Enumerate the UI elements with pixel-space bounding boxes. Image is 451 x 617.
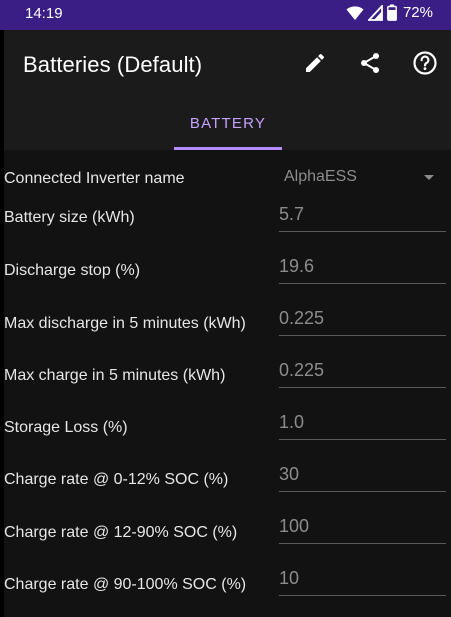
field-value: 10 [279,568,300,588]
form-row-discharge-stop: Discharge stop (%) 19.6 [4,250,451,302]
battery-form: Connected Inverter name AlphaESS Battery… [4,150,451,617]
discharge-stop-input[interactable]: 19.6 [279,250,446,284]
status-bar: 14:19 72% [0,0,451,30]
edit-icon [303,51,327,80]
field-label: Charge rate @ 12-90% SOC (%) [4,524,238,541]
charge-rate-90-100-input[interactable]: 10 [279,562,446,596]
page-title: Batteries (Default) [23,52,203,77]
status-time: 14:19 [25,5,63,22]
field-label: Storage Loss (%) [4,419,128,436]
share-icon [358,51,382,80]
field-label: Battery size (kWh) [4,209,135,226]
field-value: 100 [279,516,310,536]
form-row-max-charge: Max charge in 5 minutes (kWh) 0.225 [4,354,451,406]
field-value: 5.7 [279,204,305,224]
battery-percent: 72% [402,4,433,21]
app-bar: Batteries (Default) [4,30,451,100]
inverter-value: AlphaESS [284,168,357,185]
field-value: 0.225 [279,360,325,380]
field-label: Max charge in 5 minutes (kWh) [4,367,226,384]
system-indicators: 72% [346,4,433,21]
tab-battery[interactable]: BATTERY [174,100,282,150]
form-row-max-discharge: Max discharge in 5 minutes (kWh) 0.225 [4,302,451,354]
storage-loss-input[interactable]: 1.0 [279,406,446,440]
battery-icon [387,4,397,21]
field-value: 30 [279,464,300,484]
charge-rate-12-90-input[interactable]: 100 [279,510,446,544]
tab-bar: BATTERY [4,100,451,150]
cellular-signal-icon [367,4,383,21]
field-value: 19.6 [279,256,315,276]
field-label: Max discharge in 5 minutes (kWh) [4,315,246,332]
share-button[interactable] [355,50,385,80]
form-row-charge-rate-90-100: Charge rate @ 90-100% SOC (%) 10 [4,562,451,614]
inverter-label: Connected Inverter name [4,170,185,187]
inverter-dropdown[interactable]: AlphaESS [284,164,446,190]
max-discharge-input[interactable]: 0.225 [279,302,446,336]
tab-label: BATTERY [189,115,267,132]
wifi-icon [346,5,364,21]
edit-button[interactable] [300,50,330,80]
field-label: Charge rate @ 90-100% SOC (%) [4,576,247,593]
field-label: Charge rate @ 0-12% SOC (%) [4,471,229,488]
charge-rate-0-12-input[interactable]: 30 [279,458,446,492]
field-value: 1.0 [279,412,305,432]
help-button[interactable] [410,50,440,80]
field-label: Discharge stop (%) [4,262,141,279]
battery-size-input[interactable]: 5.7 [279,198,446,232]
form-row-battery-size: Battery size (kWh) 5.7 [4,198,451,250]
chevron-down-icon [424,175,434,180]
form-row-charge-rate-0-12: Charge rate @ 0-12% SOC (%) 30 [4,458,451,510]
field-value: 0.225 [279,308,325,328]
help-icon [412,50,438,81]
max-charge-input[interactable]: 0.225 [279,354,446,388]
form-row-storage-loss: Storage Loss (%) 1.0 [4,406,451,458]
form-row-charge-rate-12-90: Charge rate @ 12-90% SOC (%) 100 [4,510,451,562]
